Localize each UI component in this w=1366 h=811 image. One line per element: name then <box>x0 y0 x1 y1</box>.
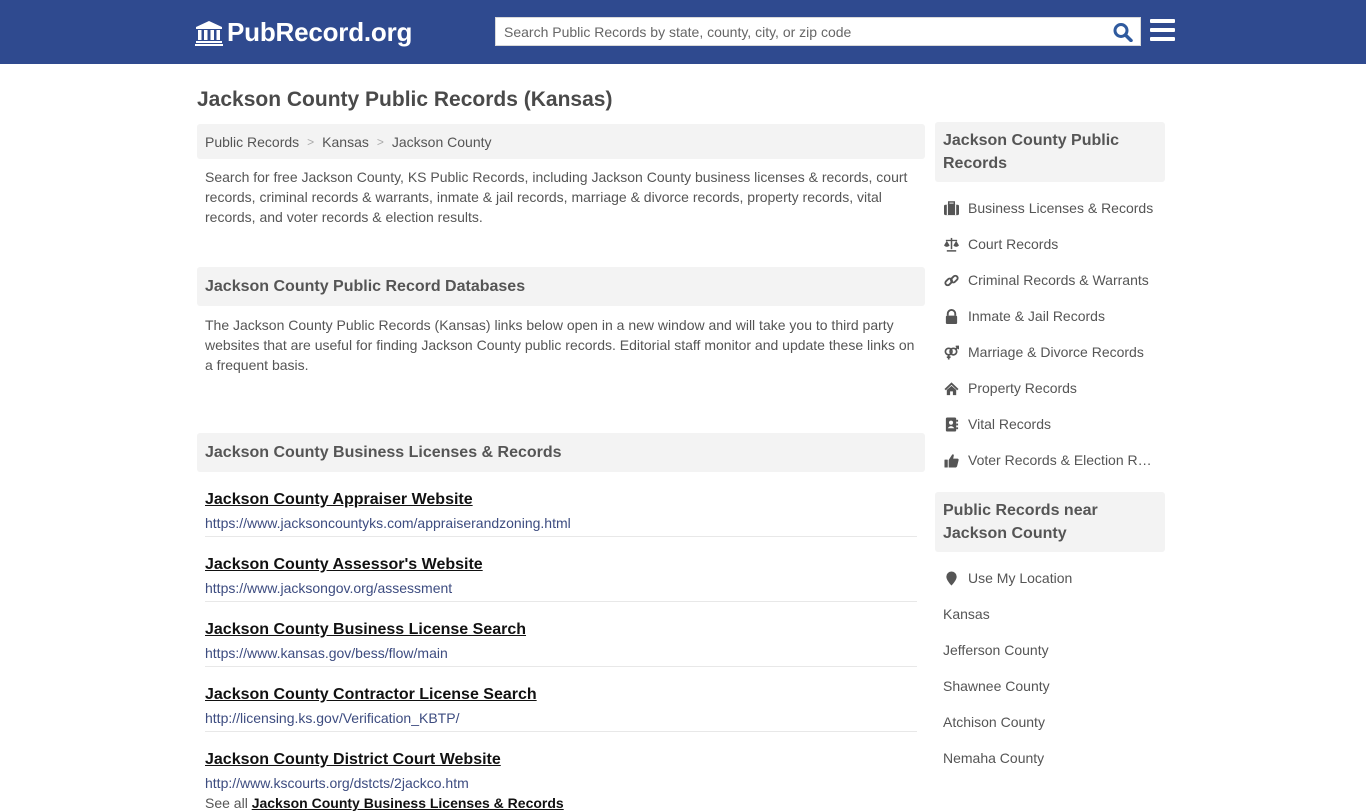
logo-text: PubRecord.org <box>227 17 413 47</box>
search-box <box>495 17 1141 46</box>
hamburger-menu-button[interactable] <box>1150 19 1175 42</box>
briefcase-icon <box>943 200 960 216</box>
breadcrumb-separator: > <box>307 134 315 149</box>
breadcrumb-jackson-county[interactable]: Jackson County <box>392 134 492 150</box>
nearby-item-kansas[interactable]: Kansas <box>935 596 1165 632</box>
record-link-title[interactable]: Jackson County District Court Website <box>205 750 917 770</box>
record-link-url: https://www.jacksoncountyks.com/appraise… <box>205 515 571 531</box>
sidebar-item-label: Business Licenses & Records <box>968 200 1154 216</box>
sidebar-item-court-records[interactable]: Court Records <box>935 226 1165 262</box>
breadcrumb-separator: > <box>376 134 384 149</box>
search-icon <box>1113 23 1133 43</box>
sidebar-item-label: Marriage & Divorce Records <box>968 344 1144 360</box>
use-my-location-label: Use My Location <box>968 570 1073 586</box>
see-all-prefix: See all <box>205 795 248 811</box>
search-input[interactable] <box>496 18 1096 45</box>
link-icon <box>943 272 960 288</box>
home-icon <box>943 380 960 396</box>
sidebar-item-business-licenses[interactable]: Business Licenses & Records <box>935 190 1165 226</box>
nearby-list: Use My Location Kansas Jefferson County … <box>935 552 1165 776</box>
record-link-title[interactable]: Jackson County Business License Search <box>205 620 917 640</box>
sidebar-nearby-heading: Public Records near Jackson County <box>935 492 1165 552</box>
sidebar-item-vital-records[interactable]: Vital Records <box>935 406 1165 442</box>
record-link-url: https://www.kansas.gov/bess/flow/main <box>205 645 448 661</box>
search-button[interactable] <box>1112 22 1134 43</box>
sidebar-item-label: Voter Records & Election Results <box>968 452 1155 468</box>
business-heading: Jackson County Business Licenses & Recor… <box>197 433 925 472</box>
sidebar-item-criminal-records[interactable]: Criminal Records & Warrants <box>935 262 1165 298</box>
site-logo[interactable]: PubRecord.org <box>195 17 412 48</box>
sidebar: Jackson County Public Records Business L… <box>935 122 1165 776</box>
nearby-item-shawnee-county[interactable]: Shawnee County <box>935 668 1165 704</box>
menu-icon-bar <box>1150 28 1175 32</box>
record-link-title[interactable]: Jackson County Appraiser Website <box>205 490 917 510</box>
sidebar-item-label: Inmate & Jail Records <box>968 308 1105 324</box>
menu-icon-bar <box>1150 19 1175 23</box>
sidebar-item-label: Property Records <box>968 380 1077 396</box>
top-navigation-bar: PubRecord.org <box>0 0 1366 64</box>
sidebar-item-label: Court Records <box>968 236 1059 252</box>
list-item: Jackson County District Court Website ht… <box>205 732 917 797</box>
see-all-row: See all Jackson County Business Licenses… <box>205 795 917 811</box>
sidebar-item-inmate-records[interactable]: Inmate & Jail Records <box>935 298 1165 334</box>
sidebar-records-heading: Jackson County Public Records <box>935 122 1165 182</box>
record-link-url: http://licensing.ks.gov/Verification_KBT… <box>205 710 460 726</box>
record-link-url: http://www.kscourts.org/dstcts/2jackco.h… <box>205 775 469 791</box>
nearby-item-nemaha-county[interactable]: Nemaha County <box>935 740 1165 776</box>
list-item: Jackson County Appraiser Website https:/… <box>205 472 917 537</box>
list-item: Jackson County Contractor License Search… <box>205 667 917 732</box>
see-all-link[interactable]: Jackson County Business Licenses & Recor… <box>252 795 564 811</box>
business-links-list: Jackson County Appraiser Website https:/… <box>197 472 925 811</box>
list-item: Jackson County Assessor's Website https:… <box>205 537 917 602</box>
lock-icon <box>943 308 960 324</box>
page-title: Jackson County Public Records (Kansas) <box>197 88 613 111</box>
sidebar-item-marriage-records[interactable]: Marriage & Divorce Records <box>935 334 1165 370</box>
breadcrumb-public-records[interactable]: Public Records <box>205 134 299 150</box>
record-link-url: https://www.jacksongov.org/assessment <box>205 580 453 596</box>
use-my-location-button[interactable]: Use My Location <box>935 560 1165 596</box>
menu-icon-bar <box>1150 37 1175 41</box>
sidebar-item-voter-records[interactable]: Voter Records & Election Results <box>935 442 1165 478</box>
nearby-section: Public Records near Jackson County Use M… <box>935 492 1165 776</box>
sidebar-item-property-records[interactable]: Property Records <box>935 370 1165 406</box>
breadcrumb: Public Records > Kansas > Jackson County <box>197 124 925 159</box>
courthouse-icon <box>195 20 223 46</box>
nearby-item-atchison-county[interactable]: Atchison County <box>935 704 1165 740</box>
record-link-title[interactable]: Jackson County Assessor's Website <box>205 555 917 575</box>
sidebar-item-label: Vital Records <box>968 416 1052 432</box>
record-link-title[interactable]: Jackson County Contractor License Search <box>205 685 917 705</box>
thumbs-up-icon <box>943 452 960 468</box>
address-book-icon <box>943 416 960 432</box>
breadcrumb-kansas[interactable]: Kansas <box>322 134 369 150</box>
databases-description: The Jackson County Public Records (Kansa… <box>205 317 915 373</box>
sidebar-records-list: Business Licenses & Records Court Record… <box>935 182 1165 478</box>
list-item: Jackson County Business License Search h… <box>205 602 917 667</box>
intro-text: Search for free Jackson County, KS Publi… <box>205 169 908 225</box>
nearby-item-jefferson-county[interactable]: Jefferson County <box>935 632 1165 668</box>
main-content: Public Records > Kansas > Jackson County… <box>197 124 925 811</box>
sidebar-item-label: Criminal Records & Warrants <box>968 272 1149 288</box>
balance-scale-icon <box>943 236 960 252</box>
map-marker-icon <box>943 570 960 586</box>
venus-mars-icon <box>943 344 960 360</box>
databases-heading: Jackson County Public Record Databases <box>197 267 925 306</box>
